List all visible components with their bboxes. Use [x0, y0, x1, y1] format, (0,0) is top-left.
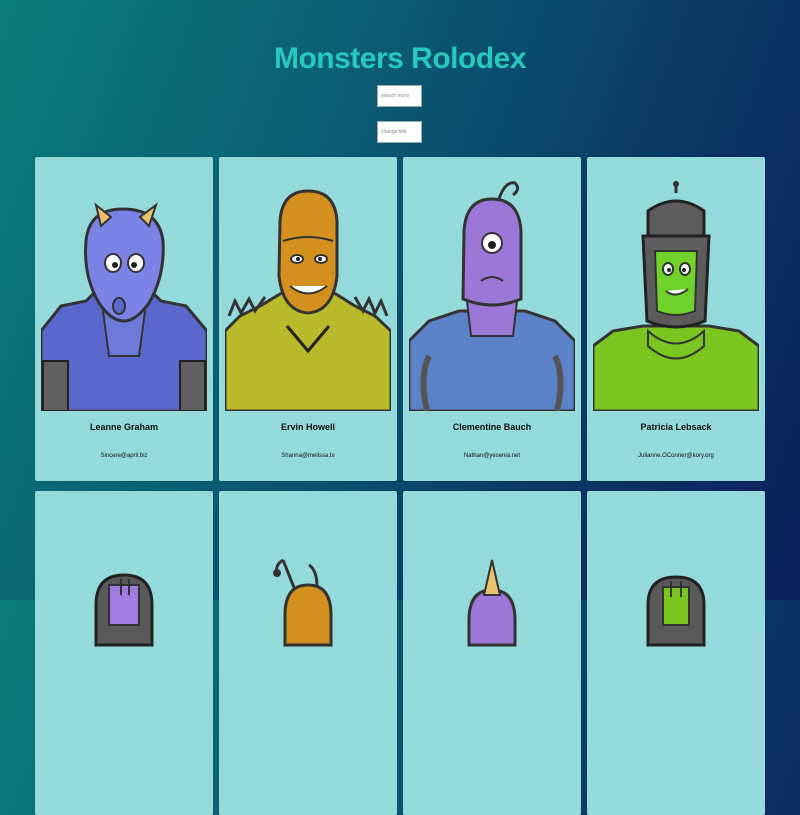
monster-card[interactable] — [35, 491, 213, 815]
monster-card[interactable] — [587, 491, 765, 815]
page-title: Monsters Rolodex — [273, 42, 527, 76]
monster-email: Nathan@yesenia.net — [463, 453, 521, 459]
monster-name: Ervin Howell — [280, 422, 335, 432]
monster-card[interactable]: Clementine Bauch Nathan@yesenia.net — [403, 157, 581, 481]
monster-avatar-icon — [467, 559, 517, 647]
monster-card[interactable] — [219, 491, 397, 815]
monster-avatar-icon — [41, 202, 207, 411]
monster-avatar-icon — [409, 181, 575, 411]
monster-name: Patricia Lebsack — [640, 422, 712, 432]
monster-name: Leanne Graham — [89, 422, 159, 432]
monster-avatar-icon — [94, 573, 154, 647]
monster-email: Julianne.OConner@kory.org — [638, 453, 714, 459]
change-title-input[interactable] — [377, 121, 422, 143]
monster-avatar-icon — [593, 181, 759, 411]
monster-name: Clementine Bauch — [452, 422, 532, 432]
monster-avatar-icon — [646, 575, 706, 647]
monster-avatar-icon — [225, 189, 391, 411]
monster-card[interactable]: Patricia Lebsack Julianne.OConner@kory.o… — [587, 157, 765, 481]
monster-card[interactable] — [403, 491, 581, 815]
monster-email: Sincere@april.biz — [100, 453, 148, 459]
search-input[interactable] — [377, 85, 422, 107]
monster-card[interactable]: Ervin Howell Shanna@melissa.tv — [219, 157, 397, 481]
monster-email: Shanna@melissa.tv — [281, 453, 335, 459]
monster-card[interactable]: Leanne Graham Sincere@april.biz — [35, 157, 213, 481]
monster-avatar-icon — [273, 558, 333, 647]
